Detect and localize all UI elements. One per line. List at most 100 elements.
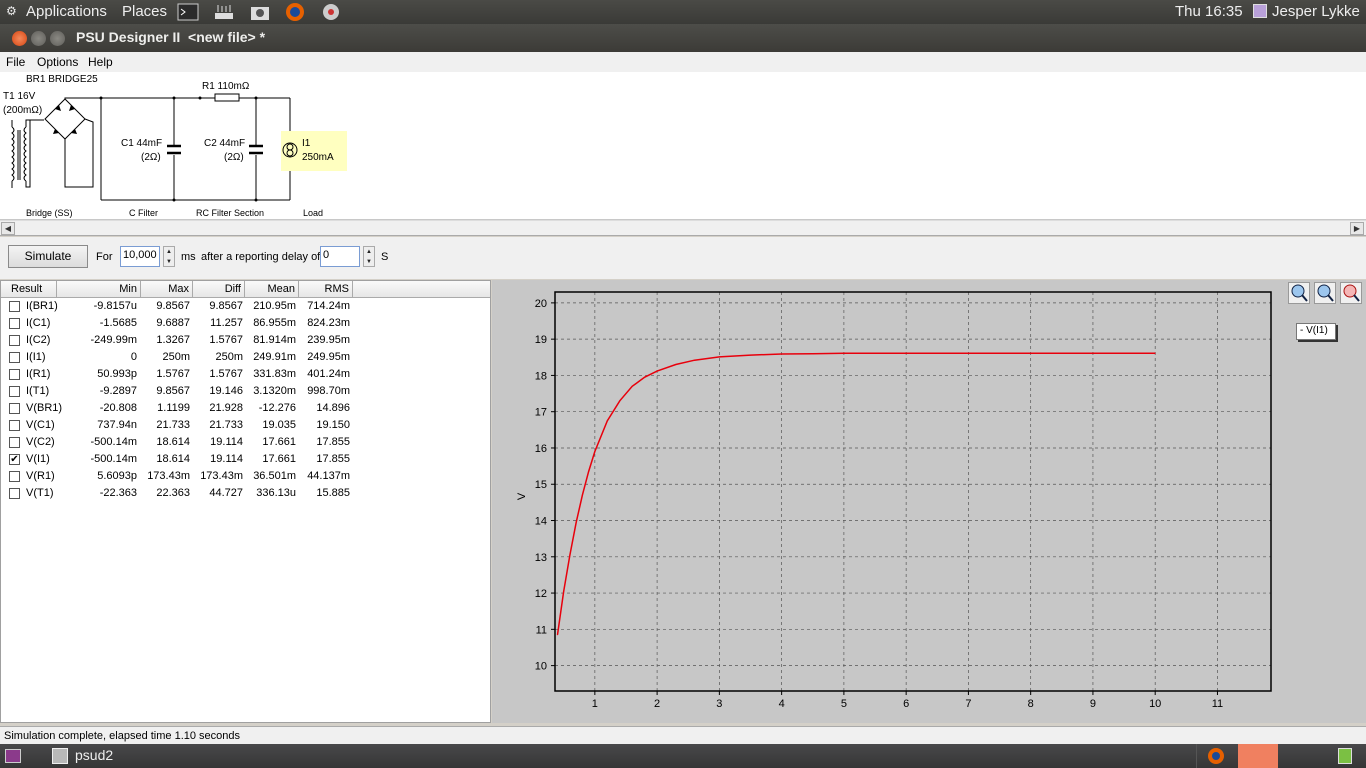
legend-v-i1[interactable]: - V(I1) xyxy=(1296,323,1336,340)
user-menu[interactable]: Jesper Lykke xyxy=(1272,3,1360,20)
table-row[interactable]: V(BR1) -20.808 1.1199 21.928 -12.276 14.896 xyxy=(1,401,490,418)
col-diff[interactable]: Diff xyxy=(193,281,245,298)
table-row[interactable]: I(C1) -1.5685 9.6887 11.257 86.955m 824.23m xyxy=(1,316,490,333)
chevron-up-icon[interactable]: ▲ xyxy=(364,247,374,257)
menu-file[interactable]: File xyxy=(6,55,25,69)
table-row[interactable]: ✔ V(I1) -500.14m 18.614 19.114 17.661 17.855 xyxy=(1,452,490,469)
result-rms: 44.137m xyxy=(307,470,350,482)
result-mean: 17.661 xyxy=(262,436,296,448)
row-checkbox[interactable] xyxy=(9,403,20,414)
zoom-in-icon[interactable] xyxy=(1288,282,1310,304)
taskbar-psud2[interactable]: psud2 xyxy=(75,747,113,763)
series-point xyxy=(606,420,608,422)
taskbar-psud2-active[interactable] xyxy=(1238,744,1278,768)
c1-resistance[interactable]: (2Ω) xyxy=(141,152,161,163)
for-label: For xyxy=(96,251,113,263)
series-point xyxy=(594,451,596,453)
zoom-out-icon[interactable] xyxy=(1314,282,1336,304)
col-max[interactable]: Max xyxy=(141,281,193,298)
taskbar-firefox[interactable] xyxy=(1196,744,1234,768)
x-tick-label: 5 xyxy=(841,698,847,710)
schematic-scrollbar[interactable]: ◀ ▶ xyxy=(0,220,1366,236)
places-menu[interactable]: Places xyxy=(122,3,167,20)
chevron-up-icon[interactable]: ▲ xyxy=(164,247,174,257)
table-row[interactable]: V(R1) 5.6093p 173.43m 173.43m 36.501m 44.137m xyxy=(1,469,490,486)
simulate-button[interactable]: Simulate xyxy=(8,245,88,268)
y-axis-label: V xyxy=(516,492,528,500)
duration-input[interactable]: 10,000 xyxy=(120,246,160,267)
c1-label[interactable]: C1 44mF xyxy=(121,138,162,149)
row-checkbox[interactable] xyxy=(9,386,20,397)
result-rms: 17.855 xyxy=(316,453,350,465)
menu-options[interactable]: Options xyxy=(37,55,78,69)
row-checkbox[interactable] xyxy=(9,369,20,380)
plot-area xyxy=(555,292,1271,691)
row-checkbox[interactable] xyxy=(9,437,20,448)
load-name[interactable]: I1 xyxy=(302,138,310,149)
chevron-down-icon[interactable]: ▼ xyxy=(164,257,174,267)
row-checkbox[interactable] xyxy=(9,488,20,499)
row-checkbox[interactable] xyxy=(9,352,20,363)
transformer-resistance[interactable]: (200mΩ) xyxy=(3,105,42,116)
workspace-icon[interactable] xyxy=(1338,748,1352,764)
result-name: V(T1) xyxy=(26,487,54,499)
table-row[interactable]: I(C2) -249.99m 1.3267 1.5767 81.914m 239.95m xyxy=(1,333,490,350)
router-icon[interactable] xyxy=(213,2,235,22)
applications-menu[interactable]: Applications xyxy=(26,3,107,20)
duration-stepper[interactable]: ▲ ▼ xyxy=(163,246,175,267)
table-row[interactable]: I(BR1) -9.8157u 9.8567 9.8567 210.95m 714.24m xyxy=(1,299,490,316)
col-mean[interactable]: Mean xyxy=(245,281,299,298)
table-row[interactable]: I(R1) 50.993p 1.5767 1.5767 331.83m 401.24m xyxy=(1,367,490,384)
camera-icon[interactable] xyxy=(249,2,271,22)
window-titlebar: PSU Designer II <new file> * xyxy=(0,24,1366,52)
row-checkbox[interactable] xyxy=(9,420,20,431)
scroll-left-icon[interactable]: ◀ xyxy=(1,222,15,235)
row-checkbox[interactable] xyxy=(9,318,20,329)
col-result[interactable]: Result xyxy=(1,281,57,298)
table-row[interactable]: I(I1) 0 250m 250m 249.91m 249.95m xyxy=(1,350,490,367)
x-tick-label: 6 xyxy=(903,698,909,710)
ubuntu-logo-icon[interactable]: ⚙ xyxy=(6,4,17,18)
result-diff: 1.5767 xyxy=(209,334,243,346)
table-row[interactable]: I(T1) -9.2897 9.8567 19.146 3.1320m 998.70m xyxy=(1,384,490,401)
y-tick-label: 17 xyxy=(535,407,547,419)
col-min[interactable]: Min xyxy=(57,281,141,298)
terminal-icon[interactable] xyxy=(177,2,199,22)
voltage-plot[interactable]: 1 2 3 4 5 6 7 8 9 10 111011121314151617181920V xyxy=(492,280,1366,723)
psud2-app-icon[interactable] xyxy=(52,748,68,764)
c2-resistance[interactable]: (2Ω) xyxy=(224,152,244,163)
row-checkbox[interactable]: ✔ xyxy=(9,454,20,465)
result-name: I(I1) xyxy=(26,351,46,363)
delay-stepper[interactable]: ▲ ▼ xyxy=(363,246,375,267)
r1-label[interactable]: R1 110mΩ xyxy=(202,81,249,92)
result-name: I(C2) xyxy=(26,334,51,346)
row-checkbox[interactable] xyxy=(9,301,20,312)
firefox-icon[interactable] xyxy=(284,2,306,22)
load-value[interactable]: 250mA xyxy=(302,152,334,163)
row-checkbox[interactable] xyxy=(9,471,20,482)
user-icon[interactable] xyxy=(1253,4,1267,18)
table-row[interactable]: V(C1) 737.94n 21.733 21.733 19.035 19.150 xyxy=(1,418,490,435)
chevron-down-icon[interactable]: ▼ xyxy=(364,257,374,267)
transformer-label[interactable]: T1 16V xyxy=(3,91,35,102)
col-rms[interactable]: RMS xyxy=(299,281,353,298)
gear-icon[interactable] xyxy=(320,2,342,22)
status-text: Simulation complete, elapsed time 1.10 s… xyxy=(4,730,241,742)
bridge-label[interactable]: BR1 BRIDGE25 xyxy=(26,74,98,85)
row-checkbox[interactable] xyxy=(9,335,20,346)
delay-input[interactable]: 0 xyxy=(320,246,360,267)
maximize-button[interactable] xyxy=(50,31,65,46)
result-max: 9.8567 xyxy=(156,300,190,312)
show-desktop-icon[interactable] xyxy=(5,749,21,763)
scroll-right-icon[interactable]: ▶ xyxy=(1350,222,1364,235)
zoom-reset-icon[interactable] xyxy=(1340,282,1362,304)
clock[interactable]: Thu 16:35 xyxy=(1175,3,1243,20)
c2-label[interactable]: C2 44mF xyxy=(204,138,245,149)
table-row[interactable]: V(T1) -22.363 22.363 44.727 336.13u 15.885 xyxy=(1,486,490,503)
minimize-button[interactable] xyxy=(31,31,46,46)
table-row[interactable]: V(C2) -500.14m 18.614 19.114 17.661 17.855 xyxy=(1,435,490,452)
result-diff: 21.733 xyxy=(209,419,243,431)
close-button[interactable] xyxy=(12,31,27,46)
window-title: PSU Designer II <new file> * xyxy=(76,29,266,45)
menu-help[interactable]: Help xyxy=(88,55,113,69)
